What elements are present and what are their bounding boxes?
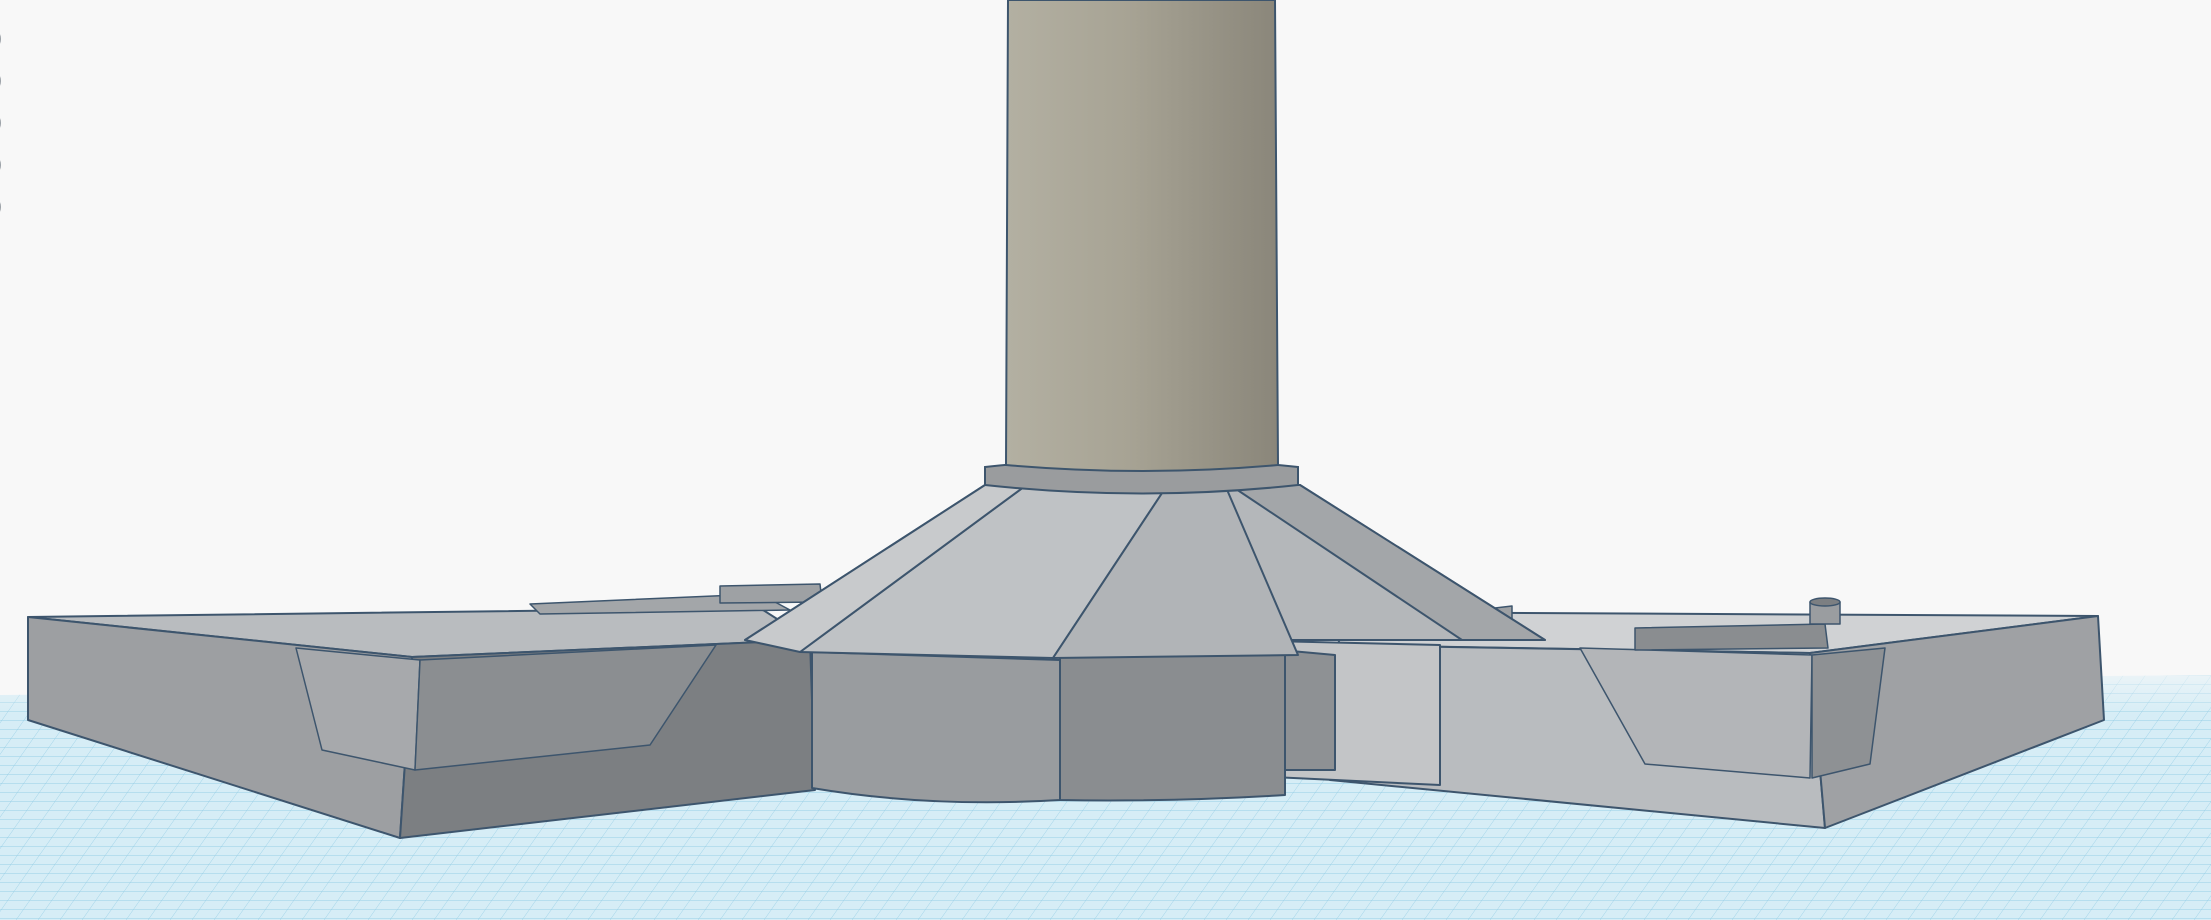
base-center-blocks [811,639,1441,804]
view-controls [0,30,4,216]
view-dot-icon[interactable] [0,30,1,48]
3d-viewport[interactable] [0,0,2211,920]
scene [0,0,2211,920]
view-dot-icon[interactable] [0,114,1,132]
column [1004,0,1280,472]
skirt-cone [744,474,1546,659]
view-dot-icon[interactable] [0,72,1,90]
view-dot-icon[interactable] [0,156,1,174]
